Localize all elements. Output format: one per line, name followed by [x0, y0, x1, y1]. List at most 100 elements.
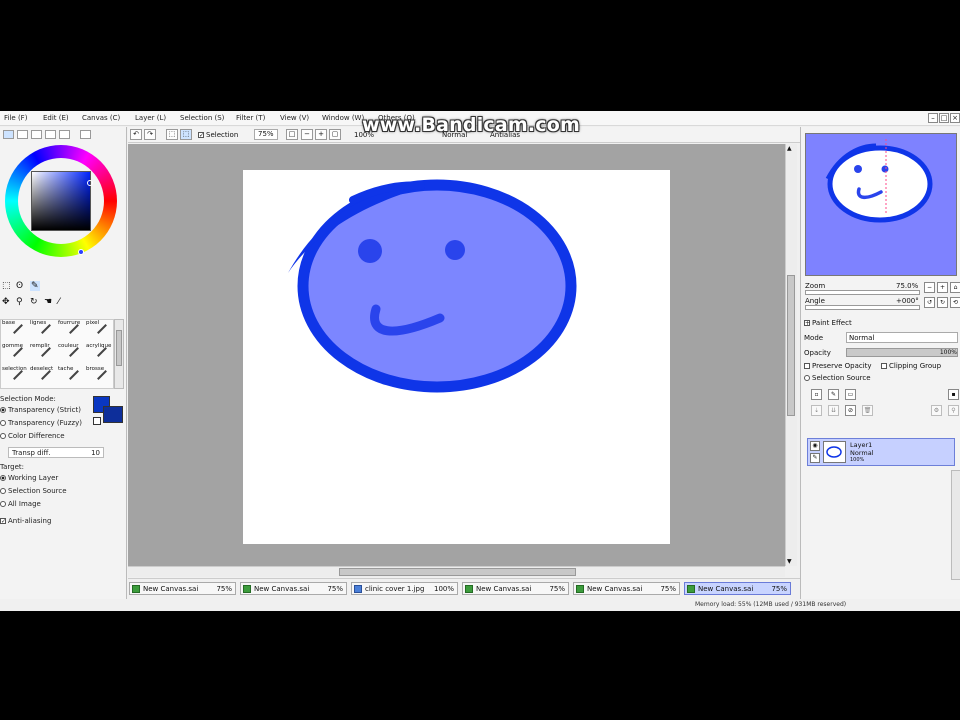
clipping-group-option[interactable]: Clipping Group [881, 362, 941, 370]
file-tab[interactable]: New Canvas.sai 75% [573, 582, 680, 595]
canvas-horizontal-scrollbar[interactable] [128, 566, 785, 577]
background-color-swatch[interactable] [103, 406, 123, 423]
saturation-value-square[interactable] [31, 171, 93, 231]
preserve-opacity-checkbox[interactable] [804, 363, 810, 369]
rotate-right-button[interactable]: ↻ [937, 297, 948, 308]
brush-grid-scroll-thumb[interactable] [116, 330, 122, 366]
menu-window[interactable]: Window (W) [322, 114, 364, 122]
transfer-down-icon[interactable]: ⇣ [811, 405, 822, 416]
rect-select-icon[interactable]: ⬚ [2, 281, 11, 291]
brush-selection[interactable]: selection [2, 366, 29, 389]
magic-wand-icon[interactable]: ✎ [30, 281, 40, 291]
undo-button[interactable]: ↶ [130, 129, 142, 140]
maximize-button[interactable]: □ [939, 113, 949, 123]
zoom-icon[interactable]: ⚲ [16, 297, 23, 307]
palette-tab-icon[interactable] [80, 130, 91, 139]
scroll-up-icon[interactable]: ▲ [787, 145, 792, 152]
scratchpad-tab-icon[interactable] [59, 130, 70, 139]
pen-lock-icon[interactable]: ✎ [810, 453, 820, 463]
eyedropper-icon[interactable]: ⁄ [58, 297, 60, 307]
target-all-image[interactable]: All Image [0, 500, 41, 508]
menu-filter[interactable]: Filter (T) [236, 114, 265, 122]
file-tab[interactable]: New Canvas.sai 75% [240, 582, 347, 595]
antialiasing-checkbox[interactable]: ✓ [0, 518, 6, 525]
layer-row-selected[interactable]: ◉ ✎ Layer1 Normal 100% [807, 438, 955, 466]
layer-panel-menu-icon[interactable]: ▪ [948, 389, 959, 400]
rotate-icon[interactable]: ↻ [30, 297, 38, 307]
brush-remplir[interactable]: remplir [30, 343, 57, 366]
redo-button[interactable]: ↷ [144, 129, 156, 140]
navigator-preview[interactable] [805, 133, 957, 276]
brush-pixel[interactable]: pixel [86, 320, 113, 343]
color-wheel-tab-icon[interactable] [3, 130, 14, 139]
zoom-dropdown[interactable]: 75% [254, 129, 278, 140]
drawing-canvas[interactable] [243, 170, 670, 544]
menu-canvas[interactable]: Canvas (C) [82, 114, 120, 122]
file-tab-active[interactable]: New Canvas.sai 75% [684, 582, 791, 595]
mode-color-diff-option[interactable]: Color Difference [0, 432, 65, 440]
hue-marker[interactable] [78, 249, 84, 255]
menu-layer[interactable]: Layer (L) [135, 114, 166, 122]
paint-effect-expand-icon[interactable]: + [804, 320, 810, 327]
new-linework-layer-icon[interactable]: ✎ [828, 389, 839, 400]
zoom-in-button[interactable]: + [315, 129, 327, 140]
swatches-tab-icon[interactable] [45, 130, 56, 139]
brush-deselect[interactable]: deselect [30, 366, 57, 389]
mode-fuzzy-option[interactable]: Transparency (Fuzzy) [0, 419, 82, 427]
selection-source-checkbox[interactable] [804, 375, 810, 381]
brush-grid-scrollbar[interactable] [114, 319, 124, 389]
horizontal-scroll-thumb[interactable] [339, 568, 576, 576]
minimize-button[interactable]: – [928, 113, 938, 123]
lasso-icon[interactable]: ʘ [16, 281, 23, 291]
layer-mode-dropdown[interactable]: Normal [846, 332, 958, 343]
menu-file[interactable]: File (F) [4, 114, 27, 122]
nav-zoom-out-button[interactable]: − [924, 282, 935, 293]
layer-settings-icon[interactable]: ⚙ [931, 405, 942, 416]
brush-brosse[interactable]: brosse [86, 366, 113, 389]
zoom-slider[interactable] [805, 290, 920, 295]
brush-base[interactable]: base [2, 320, 29, 343]
target-selection-source[interactable]: Selection Source [0, 487, 67, 495]
radio-fuzzy[interactable] [0, 420, 6, 426]
color-picker-marker[interactable] [87, 180, 93, 186]
menu-selection[interactable]: Selection (S) [180, 114, 224, 122]
rgb-slider-tab-icon[interactable] [17, 130, 28, 139]
menu-edit[interactable]: Edit (E) [43, 114, 69, 122]
layer-lock-icon[interactable]: ⚲ [948, 405, 959, 416]
clear-layer-icon[interactable]: ⊘ [845, 405, 856, 416]
selection-source-option[interactable]: Selection Source [804, 374, 871, 382]
nav-zoom-in-button[interactable]: + [937, 282, 948, 293]
file-tab[interactable]: New Canvas.sai 75% [462, 582, 569, 595]
vertical-scroll-thumb[interactable] [787, 275, 795, 416]
deselect-button[interactable]: ⬚ [166, 129, 178, 140]
radio-selection-source[interactable] [0, 488, 6, 494]
new-layer-icon[interactable]: ▫ [811, 389, 822, 400]
canvas-viewport[interactable] [128, 144, 785, 566]
radio-strict[interactable] [0, 407, 6, 413]
opacity-slider[interactable]: 100% [846, 348, 958, 357]
rotate-reset-button[interactable]: ⟲ [950, 297, 960, 308]
antialiasing-option[interactable]: ✓ Anti-aliasing [0, 517, 51, 525]
radio-working-layer[interactable] [0, 475, 6, 481]
menu-view[interactable]: View (V) [280, 114, 309, 122]
hand-icon[interactable]: ☚ [44, 297, 52, 307]
brush-tache[interactable]: tache [58, 366, 85, 389]
move-icon[interactable]: ✥ [2, 297, 10, 307]
radio-all-image[interactable] [0, 501, 6, 507]
eye-icon[interactable]: ◉ [810, 441, 820, 451]
canvas-vertical-scrollbar[interactable]: ▲ ▼ [785, 144, 797, 566]
clipping-group-checkbox[interactable] [881, 363, 887, 369]
rotate-left-button[interactable]: ↺ [924, 297, 935, 308]
preserve-opacity-option[interactable]: Preserve Opacity [804, 362, 872, 370]
brush-couleur[interactable]: couleur [58, 343, 85, 366]
delete-layer-icon[interactable]: 🗑 [862, 405, 873, 416]
selection-checkbox[interactable]: ✓ [198, 132, 204, 139]
file-tab[interactable]: New Canvas.sai 75% [129, 582, 236, 595]
merge-down-icon[interactable]: ⇊ [828, 405, 839, 416]
layer-list-scrollbar[interactable] [951, 470, 960, 580]
mode-strict-option[interactable]: Transparency (Strict) [0, 406, 81, 414]
transp-diff-slider[interactable]: Transp diff. 10 [8, 447, 104, 458]
fit-window-button[interactable]: ▢ [329, 129, 341, 140]
brush-fourrure[interactable]: fourrure [58, 320, 85, 343]
selection-toggle[interactable]: ✓ Selection [198, 131, 238, 139]
